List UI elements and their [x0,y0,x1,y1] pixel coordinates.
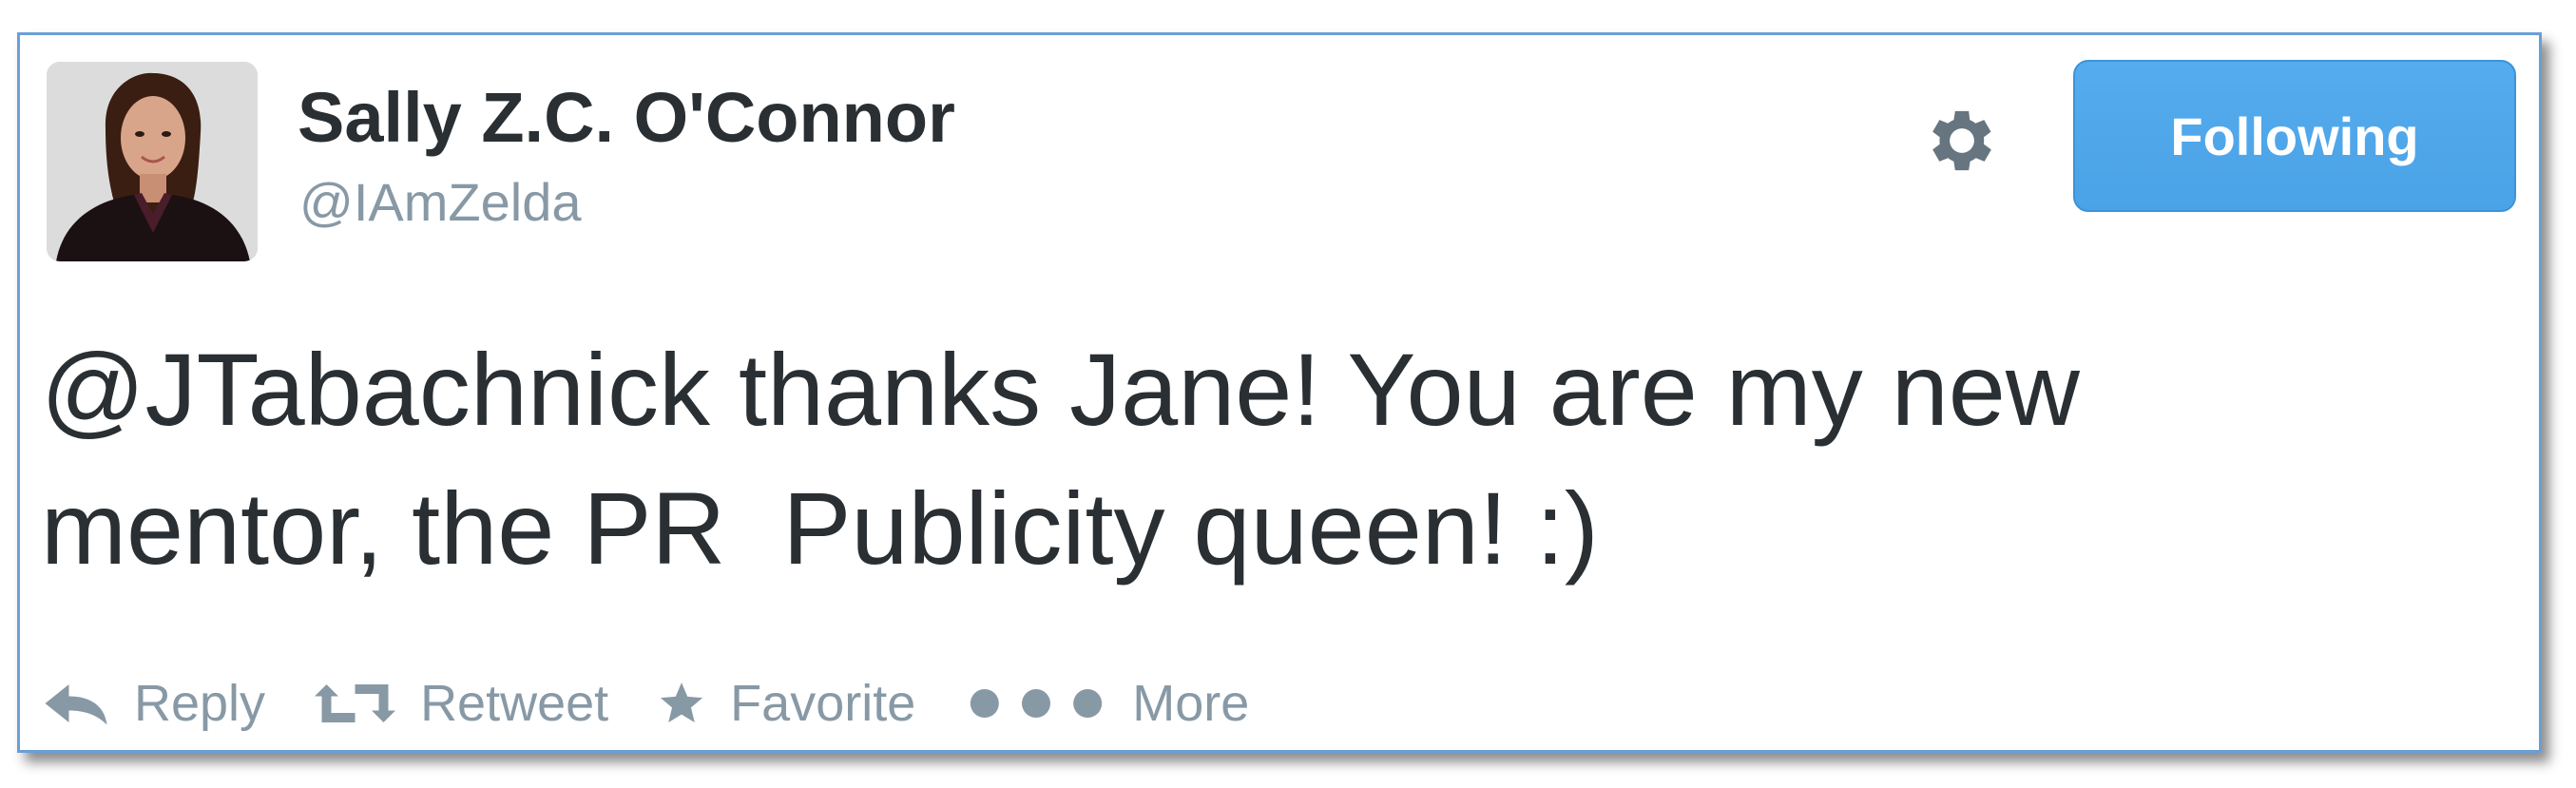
reply-label: Reply [134,675,266,732]
reply-button[interactable]: Reply [43,674,265,733]
retweet-icon [315,680,396,727]
favorite-label: Favorite [730,675,916,732]
tweet-text-line-2: mentor, the PR Publicity queen! :) [41,471,1599,586]
tweet-card: Sally Z.C. O'Connor @IAmZelda Following … [17,32,2542,753]
more-button[interactable]: More [965,674,1249,733]
avatar[interactable] [47,62,258,261]
avatar-photo [47,62,258,261]
tweet-actions: Reply Retweet Favorite More [43,670,1298,737]
following-button[interactable]: Following [2073,60,2516,212]
ellipsis-icon [965,680,1107,727]
tweet-text-line-1: @JTabachnick thanks Jane! You are my new [41,332,2080,447]
reply-icon [43,680,109,727]
favorite-button[interactable]: Favorite [658,674,915,733]
author-handle[interactable]: @IAmZelda [299,176,582,229]
retweet-button[interactable]: Retweet [315,674,608,733]
tweet-text: @JTabachnick thanks Jane! You are my new… [41,320,2512,598]
author-name[interactable]: Sally Z.C. O'Connor [298,83,955,153]
retweet-label: Retweet [420,675,609,732]
more-label: More [1132,675,1250,732]
star-icon [658,680,705,727]
gear-icon[interactable] [1921,100,2003,182]
